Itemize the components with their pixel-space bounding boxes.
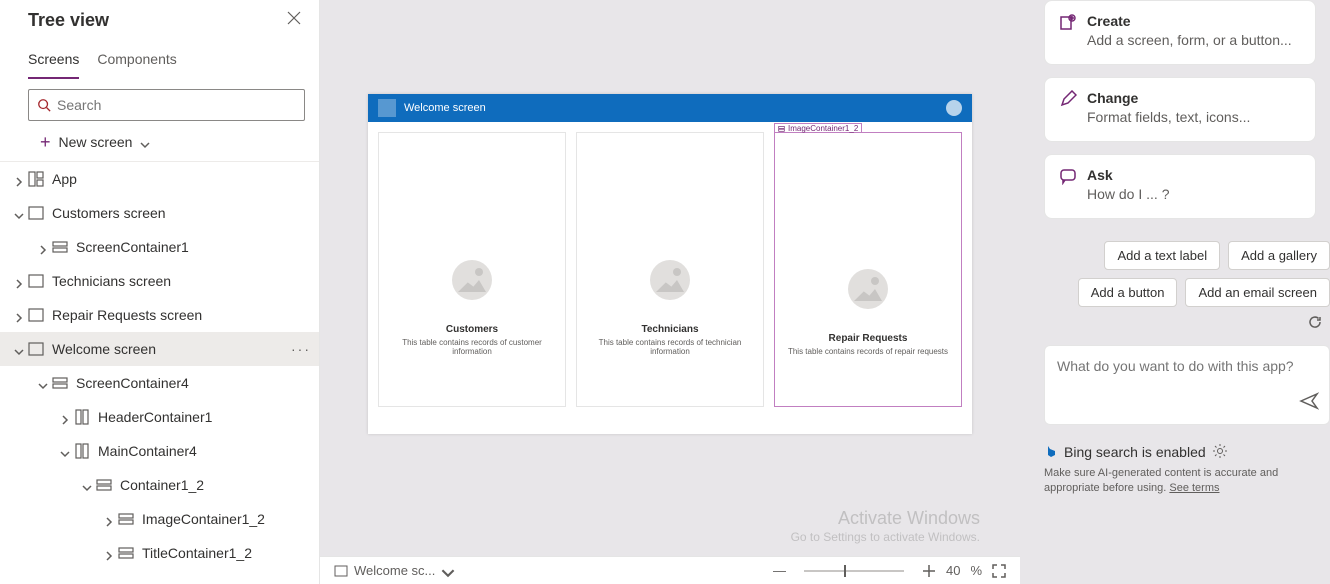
image-placeholder-icon <box>848 269 888 309</box>
avatar-icon <box>946 100 962 116</box>
app-header-bar: Welcome screen <box>368 94 972 122</box>
refresh-suggestions-button[interactable] <box>1300 315 1330 329</box>
tree-node-technicians[interactable]: Technicians screen <box>0 264 319 298</box>
screen-icon <box>28 307 44 323</box>
card-desc: This table contains records of customer … <box>379 338 565 356</box>
ai-disclaimer: Make sure AI-generated content is accura… <box>1044 466 1330 496</box>
screen-selector[interactable]: Welcome sc... <box>334 563 451 578</box>
tree-node-headercontainer1[interactable]: HeaderContainer1 <box>0 400 319 434</box>
vcontainer-icon <box>74 443 90 459</box>
plus-icon: + <box>40 133 51 151</box>
chevron-down-icon <box>140 137 150 147</box>
bing-icon <box>1044 445 1058 459</box>
tree-node-titlecontainer12[interactable]: TitleContainer1_2 <box>0 536 319 570</box>
tree-node-welcome[interactable]: Welcome screen ··· <box>0 332 319 366</box>
ask-icon <box>1059 167 1077 204</box>
copilot-ask-input[interactable] <box>1044 345 1330 425</box>
container-icon <box>96 477 112 493</box>
bing-status: Bing search is enabled <box>1044 443 1330 462</box>
change-icon <box>1059 90 1077 127</box>
container-icon <box>52 239 68 255</box>
search-field[interactable] <box>57 97 296 113</box>
card-desc: This table contains records of repair re… <box>782 347 954 356</box>
selection-label: ImageContainer1_2 <box>774 123 862 133</box>
search-icon <box>37 98 51 112</box>
fit-to-screen-button[interactable] <box>992 564 1006 578</box>
more-icon[interactable]: ··· <box>291 341 311 357</box>
tree-node-maincontainer4[interactable]: MainContainer4 <box>0 434 319 468</box>
tree-view-panel: Tree view Screens Components + New scree… <box>0 0 320 584</box>
screen-icon <box>28 273 44 289</box>
card-title: Technicians <box>641 324 698 335</box>
screen-icon <box>28 341 44 357</box>
vcontainer-icon <box>74 409 90 425</box>
tree-node-repair[interactable]: Repair Requests screen <box>0 298 319 332</box>
pill-add-email-screen[interactable]: Add an email screen <box>1185 278 1330 307</box>
tree-node-customers[interactable]: Customers screen <box>0 196 319 230</box>
new-screen-button[interactable]: + New screen <box>0 129 319 161</box>
status-bar: Welcome sc... — 40 % <box>320 556 1020 584</box>
close-icon[interactable] <box>287 11 301 30</box>
create-icon <box>1059 13 1077 50</box>
card-repair-requests[interactable]: ImageContainer1_2 Repair Requests This t… <box>774 132 962 407</box>
suggestion-pills: Add a text label Add a gallery Add a but… <box>1024 231 1330 339</box>
zoom-in-button[interactable] <box>922 564 936 578</box>
tab-components[interactable]: Components <box>97 45 176 79</box>
pill-add-gallery[interactable]: Add a gallery <box>1228 241 1330 270</box>
zoom-out-button[interactable]: — <box>773 563 786 578</box>
tree-node-imagecontainer12[interactable]: ImageContainer1_2 <box>0 502 319 536</box>
tree-node-screencontainer4[interactable]: ScreenContainer4 <box>0 366 319 400</box>
card-title: Repair Requests <box>829 333 908 344</box>
container-icon <box>52 375 68 391</box>
zoom-slider[interactable] <box>804 570 904 572</box>
tree-node-container12[interactable]: Container1_2 <box>0 468 319 502</box>
copilot-ask-card[interactable]: AskHow do I ... ? <box>1044 154 1316 219</box>
tree-view-title: Tree view <box>28 10 109 31</box>
tree-node-screencontainer1[interactable]: ScreenContainer1 <box>0 230 319 264</box>
card-technicians[interactable]: Technicians This table contains records … <box>576 132 764 407</box>
card-customers[interactable]: Customers This table contains records of… <box>378 132 566 407</box>
card-desc: This table contains records of technicia… <box>577 338 763 356</box>
canvas-area: Welcome screen Customers This table cont… <box>320 0 1020 584</box>
image-placeholder-icon <box>650 260 690 300</box>
tree-list: App Customers screen ScreenContainer1 Te… <box>0 162 319 584</box>
see-terms-link[interactable]: See terms <box>1169 482 1219 494</box>
new-screen-label: New screen <box>59 134 133 150</box>
tab-screens[interactable]: Screens <box>28 45 79 79</box>
app-preview[interactable]: Welcome screen Customers This table cont… <box>368 94 972 434</box>
chevron-down-icon <box>441 566 451 576</box>
container-icon <box>118 545 134 561</box>
zoom-value: 40 <box>946 563 960 578</box>
copilot-create-card[interactable]: CreateAdd a screen, form, or a button... <box>1044 0 1316 65</box>
container-icon <box>118 511 134 527</box>
gear-icon[interactable] <box>1212 443 1228 462</box>
copilot-panel: CreateAdd a screen, form, or a button...… <box>1020 0 1330 584</box>
search-input[interactable] <box>28 89 305 121</box>
card-title: Customers <box>446 324 498 335</box>
app-icon <box>28 171 44 187</box>
app-logo-placeholder <box>378 99 396 117</box>
copilot-change-card[interactable]: ChangeFormat fields, text, icons... <box>1044 77 1316 142</box>
tree-node-app[interactable]: App <box>0 162 319 196</box>
ask-field[interactable] <box>1057 358 1317 374</box>
app-title: Welcome screen <box>404 102 486 114</box>
send-icon[interactable] <box>1299 391 1319 416</box>
zoom-unit: % <box>970 563 982 578</box>
image-placeholder-icon <box>452 260 492 300</box>
pill-add-text-label[interactable]: Add a text label <box>1104 241 1220 270</box>
pill-add-button[interactable]: Add a button <box>1078 278 1178 307</box>
screen-icon <box>28 205 44 221</box>
